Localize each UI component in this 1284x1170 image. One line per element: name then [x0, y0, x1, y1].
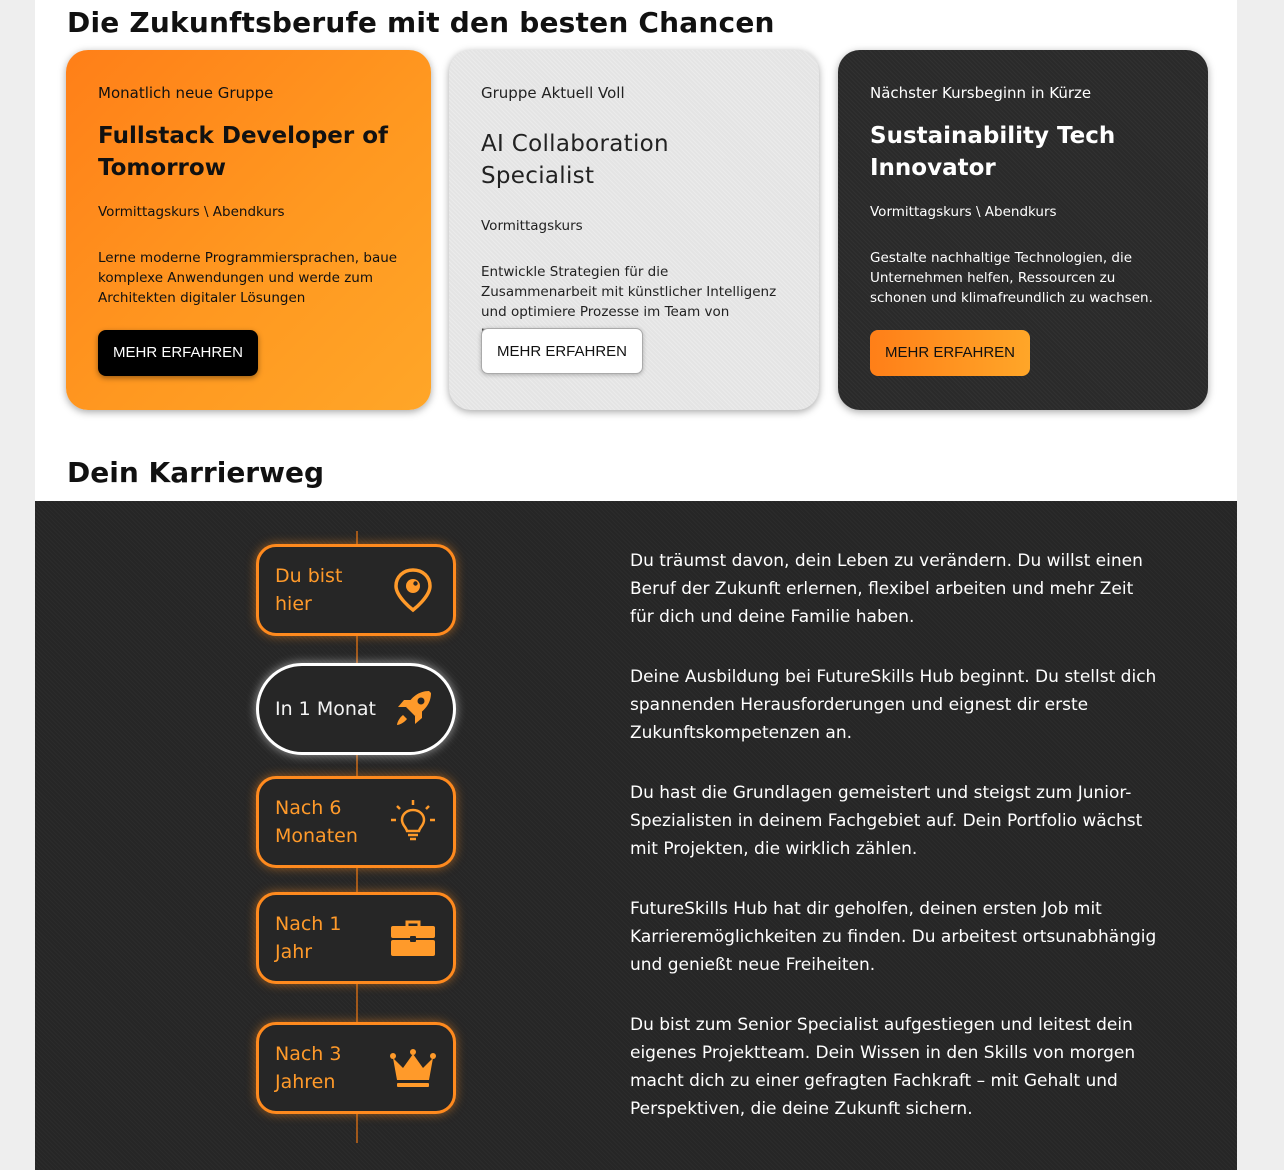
- rocket-icon: [389, 685, 437, 733]
- course-status: Nächster Kursbeginn in Kürze: [870, 84, 1092, 102]
- timeline-step-now: Du bist hier: [256, 544, 456, 636]
- page: Die Zukunftsberufe mit den besten Chance…: [35, 0, 1237, 1170]
- course-schedule: Vormittagskurs \ Abendkurs: [870, 204, 1057, 220]
- step-label: Nach 1 Jahr: [275, 913, 342, 963]
- mehr-erfahren-button[interactable]: MEHR ERFAHREN: [870, 330, 1031, 376]
- step-label: Du bist hier: [275, 565, 343, 615]
- step-description-6-months: Du hast die Grundlagen gemeistert und st…: [630, 783, 1143, 859]
- course-title: Sustainability Tech Innovator: [870, 123, 1116, 181]
- course-card-sustainability: Nächster Kursbeginn in Kürze Sustainabil…: [838, 50, 1208, 410]
- career-heading: Dein Karrierweg: [67, 456, 325, 489]
- mehr-erfahren-button[interactable]: MEHR ERFAHREN: [98, 330, 259, 376]
- step-description-3-years: Du bist zum Senior Specialist aufgestieg…: [630, 1015, 1136, 1119]
- step-label: Nach 3 Jahren: [275, 1043, 342, 1093]
- course-schedule: Vormittagskurs: [481, 218, 583, 234]
- crown-icon: [389, 1044, 437, 1092]
- timeline-step-6-months: Nach 6 Monaten: [256, 776, 456, 868]
- course-status: Gruppe Aktuell Voll: [481, 84, 625, 102]
- course-card-fullstack: Monatlich neue Gruppe Fullstack Develope…: [66, 50, 431, 410]
- timeline-step-1-year: Nach 1 Jahr: [256, 892, 456, 984]
- course-status: Monatlich neue Gruppe: [98, 84, 274, 102]
- course-description: Gestalte nachhaltige Technologien, die U…: [870, 250, 1153, 306]
- timeline-step-3-years: Nach 3 Jahren: [256, 1022, 456, 1114]
- career-timeline-section: Du bist hier In 1 Monat Nach 6 Monaten N…: [35, 501, 1237, 1170]
- step-label: Nach 6 Monaten: [275, 797, 358, 847]
- step-description-now: Du träumst davon, dein Leben zu veränder…: [630, 551, 1143, 627]
- course-card-ai: Gruppe Aktuell Voll AI Collaboration Spe…: [449, 50, 819, 410]
- timeline-step-1-month: In 1 Monat: [256, 663, 456, 755]
- course-schedule: Vormittagskurs \ Abendkurs: [98, 204, 285, 220]
- step-description-1-month: Deine Ausbildung bei FutureSkills Hub be…: [630, 667, 1157, 743]
- mehr-erfahren-button[interactable]: MEHR ERFAHREN: [481, 328, 643, 374]
- briefcase-icon: [389, 914, 437, 962]
- lightbulb-icon: [389, 798, 437, 846]
- course-description: Lerne moderne Programmiersprachen, baue …: [98, 250, 398, 306]
- courses-heading: Die Zukunftsberufe mit den besten Chance…: [67, 6, 775, 39]
- step-description-1-year: FutureSkills Hub hat dir geholfen, deine…: [630, 899, 1157, 975]
- location-pin-icon: [389, 566, 437, 614]
- course-title: AI Collaboration Specialist: [481, 131, 669, 189]
- course-title: Fullstack Developer of Tomorrow: [98, 123, 389, 181]
- step-label: In 1 Monat: [275, 698, 376, 720]
